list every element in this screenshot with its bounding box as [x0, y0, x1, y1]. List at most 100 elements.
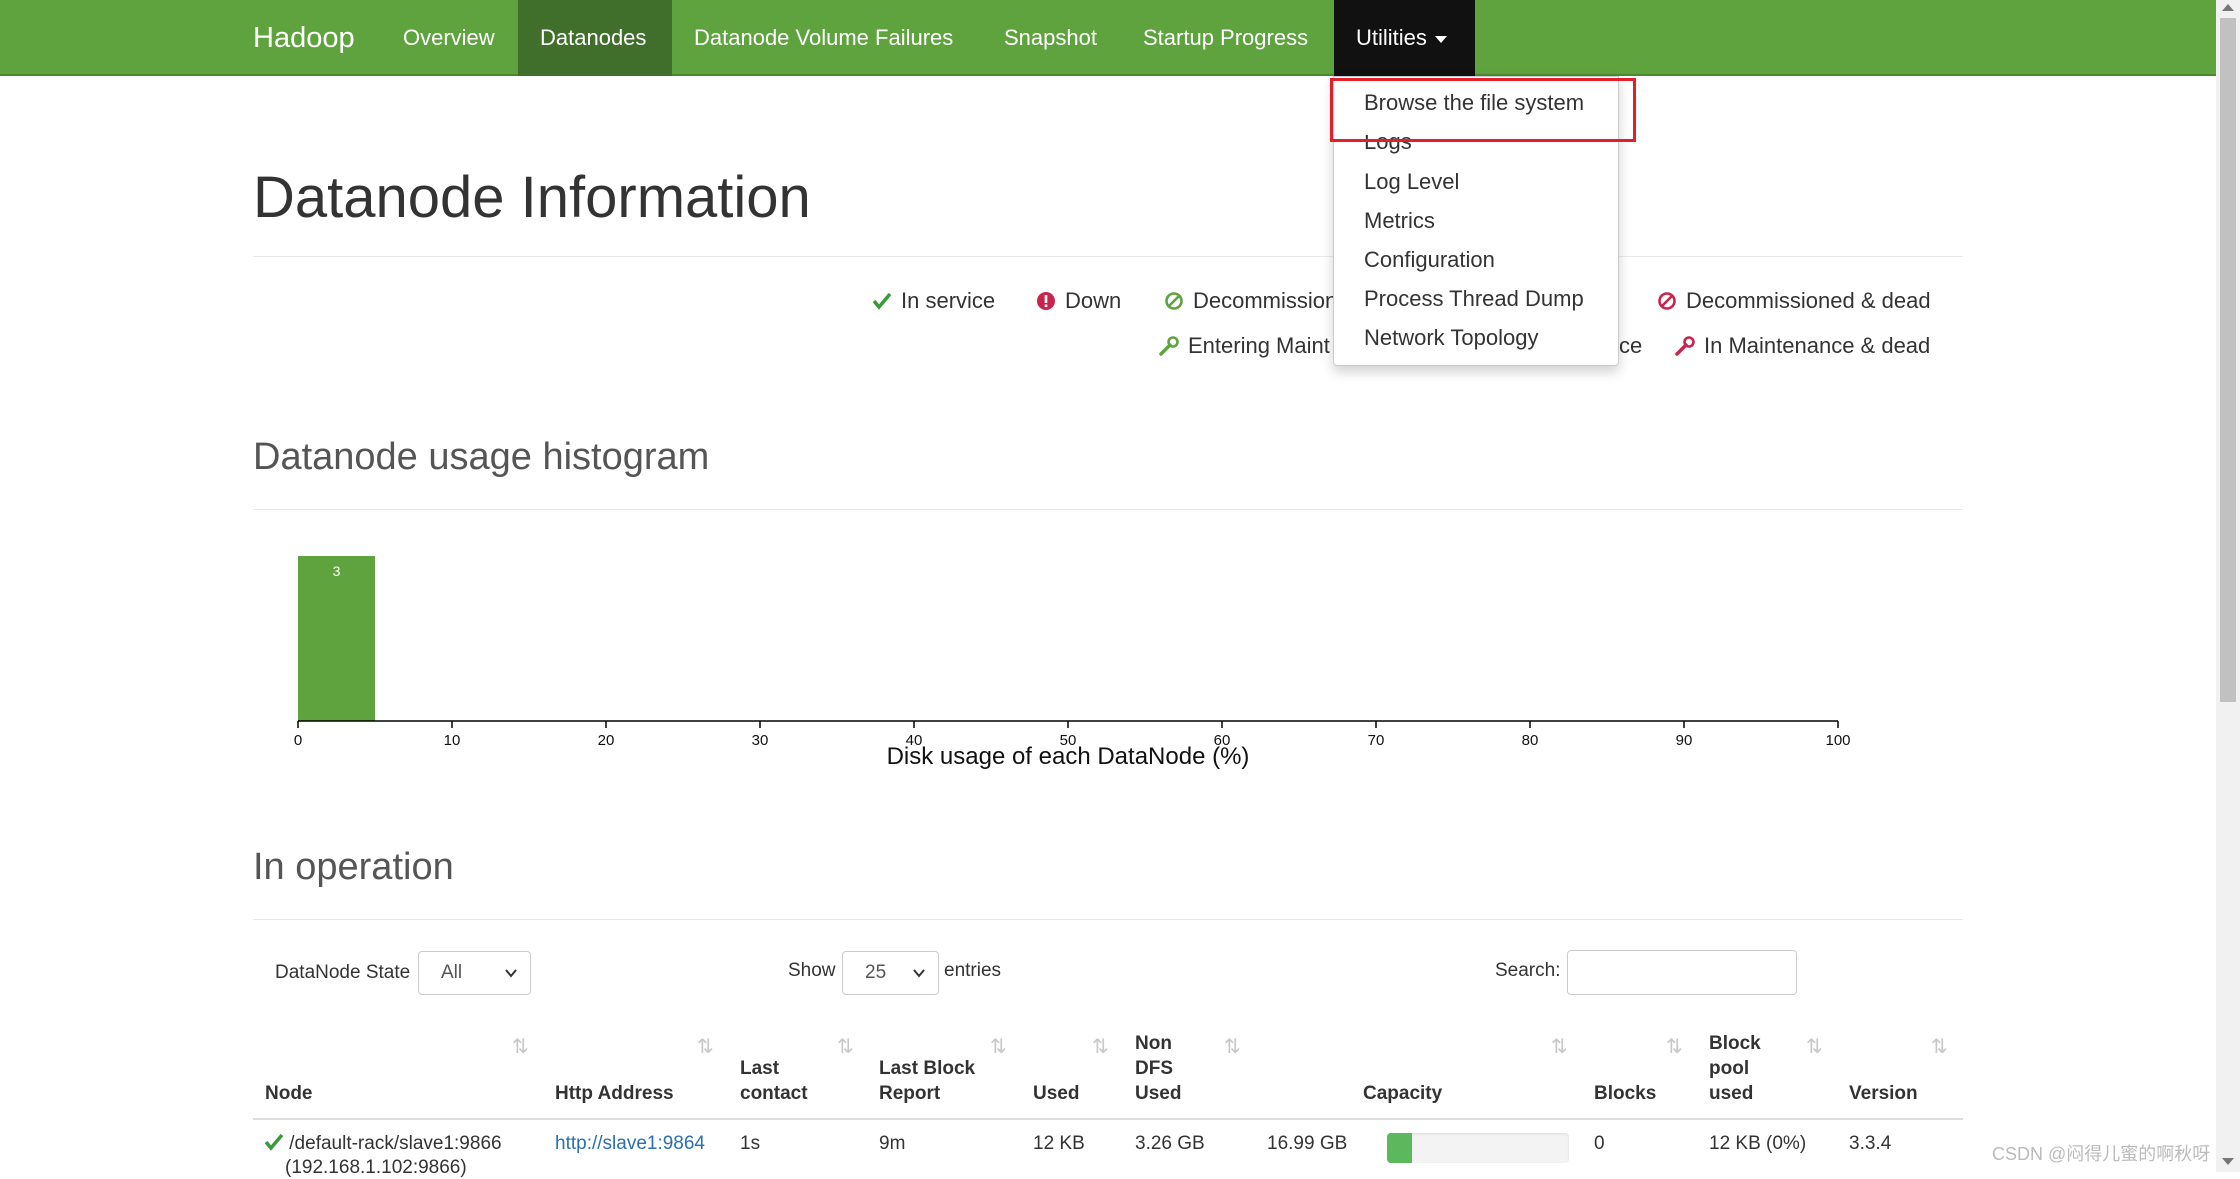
datanode-state-label: DataNode State: [275, 962, 411, 983]
entries-per-page-value: 25: [865, 962, 887, 983]
sort-icon[interactable]: ⇅: [1551, 1034, 1568, 1059]
cell-last-block-report: 9m: [879, 1133, 906, 1154]
legend-entering-maintenance: Entering Maint: [1159, 333, 1330, 359]
scroll-thumb[interactable]: [2220, 18, 2236, 702]
search-input[interactable]: [1567, 950, 1797, 995]
cell-capacity: 16.99 GB: [1267, 1133, 1348, 1154]
menu-item-browse-file-system[interactable]: Browse the file system: [1364, 90, 1584, 116]
node-address: (192.168.1.102:9866): [285, 1157, 467, 1178]
entries-per-page-select[interactable]: 25: [842, 951, 939, 995]
watermark-text: CSDN @闷得儿蜜的啊秋呀: [1992, 1144, 2211, 1164]
nav-datanode-volume-failures[interactable]: Datanode Volume Failures: [672, 0, 975, 76]
utilities-dropdown-menu: Browse the file system Logs Log Level Me…: [1333, 76, 1619, 366]
x-axis-tick-label: 20: [598, 732, 615, 749]
col-header-version[interactable]: Version: [1849, 1081, 1918, 1106]
histogram-title: Datanode usage histogram: [253, 436, 710, 478]
nav-snapshot[interactable]: Snapshot: [982, 0, 1119, 76]
scroll-down-arrow-icon[interactable]: [2222, 1158, 2234, 1165]
sort-icon[interactable]: ⇅: [837, 1034, 854, 1059]
col-header-capacity[interactable]: Capacity: [1363, 1081, 1442, 1106]
wrench-icon: [1675, 336, 1695, 356]
scroll-up-arrow-icon[interactable]: [2222, 4, 2234, 11]
col-header-block-pool-used[interactable]: Block pool used: [1709, 1031, 1774, 1106]
ban-icon: [1165, 292, 1183, 310]
datanode-state-select[interactable]: All: [418, 951, 531, 995]
cell-blocks: 0: [1594, 1133, 1605, 1154]
search-label: Search:: [1495, 960, 1561, 981]
page-scrollbar[interactable]: [2216, 0, 2240, 1172]
nav-datanodes[interactable]: Datanodes: [518, 0, 672, 76]
legend-label: Decommission: [1193, 288, 1338, 313]
check-icon: [264, 1133, 284, 1151]
http-address-link[interactable]: http://slave1:9864: [555, 1133, 705, 1155]
sort-icon[interactable]: ⇅: [697, 1034, 714, 1059]
histogram-bar-label: 3: [333, 563, 341, 579]
x-axis-tick-label: 0: [294, 732, 302, 749]
legend-label: Decommissioned & dead: [1686, 288, 1931, 313]
table-header-divider: [253, 1118, 1963, 1120]
sort-icon[interactable]: ⇅: [1931, 1034, 1948, 1059]
sort-icon[interactable]: ⇅: [1666, 1034, 1683, 1059]
legend-in-maintenance-partial: ce: [1619, 333, 1642, 359]
caret-down-icon: [1434, 35, 1447, 43]
wrench-icon: [1159, 336, 1179, 356]
col-header-last-contact[interactable]: Last contact: [740, 1056, 820, 1106]
capacity-progress-bar: [1387, 1133, 1569, 1163]
sort-icon[interactable]: ⇅: [1806, 1034, 1823, 1059]
x-axis-tick-label: 30: [752, 732, 769, 749]
col-header-used[interactable]: Used: [1033, 1081, 1079, 1106]
menu-item-log-level[interactable]: Log Level: [1364, 169, 1459, 195]
chevron-down-icon: [913, 969, 925, 978]
legend-label: Down: [1065, 288, 1122, 313]
sort-icon[interactable]: ⇅: [990, 1034, 1007, 1059]
cell-block-pool-used: 12 KB (0%): [1709, 1133, 1807, 1154]
nav-utilities[interactable]: Utilities: [1334, 0, 1475, 76]
cell-node: /default-rack/slave1:9866: [264, 1133, 502, 1155]
in-operation-title: In operation: [253, 846, 454, 888]
operation-divider: [253, 919, 1963, 920]
usage-histogram-chart: 3 0 10 20 30 40 50 60 70 80 90 100 Disk usage of e…: [294, 556, 1851, 770]
cell-non-dfs-used: 3.26 GB: [1135, 1133, 1205, 1154]
nav-overview[interactable]: Overview: [381, 0, 517, 76]
x-axis-tick-label: 100: [1825, 732, 1850, 749]
entries-label: entries: [944, 960, 1002, 981]
show-label: Show: [788, 960, 836, 981]
legend-in-service: In service: [872, 288, 995, 314]
nav-startup-progress[interactable]: Startup Progress: [1121, 0, 1330, 76]
menu-item-process-thread-dump[interactable]: Process Thread Dump: [1364, 286, 1584, 312]
cell-version: 3.3.4: [1849, 1133, 1892, 1154]
legend-decommissioned: Decommission: [1164, 288, 1337, 314]
sort-icon[interactable]: ⇅: [1224, 1034, 1241, 1059]
menu-item-configuration[interactable]: Configuration: [1364, 247, 1495, 273]
histogram-divider: [253, 509, 1963, 510]
legend-label: In service: [901, 288, 996, 313]
menu-item-metrics[interactable]: Metrics: [1364, 208, 1435, 234]
col-header-last-block-report[interactable]: Last Block Report: [879, 1056, 999, 1106]
cell-used: 12 KB: [1033, 1133, 1085, 1154]
chevron-down-icon: [505, 969, 517, 978]
col-header-node[interactable]: Node: [265, 1081, 313, 1106]
col-header-http-address[interactable]: Http Address: [555, 1081, 674, 1106]
legend-label: ce: [1619, 333, 1643, 358]
menu-item-logs[interactable]: Logs: [1364, 135, 1412, 155]
legend-decommissioned-dead: Decommissioned & dead: [1657, 288, 1931, 314]
legend-down: Down: [1036, 288, 1121, 314]
x-axis-tick-label: 90: [1676, 732, 1693, 749]
brand-logo[interactable]: Hadoop: [253, 0, 355, 76]
page-title: Datanode Information: [253, 165, 811, 230]
check-icon: [872, 292, 892, 310]
node-name: /default-rack/slave1:9866: [289, 1133, 502, 1154]
top-navbar: Hadoop Overview Datanodes Datanode Volum…: [0, 0, 2216, 76]
menu-item-network-topology[interactable]: Network Topology: [1364, 325, 1538, 351]
col-header-blocks[interactable]: Blocks: [1594, 1081, 1656, 1106]
x-axis-label: Disk usage of each DataNode (%): [887, 743, 1250, 770]
x-axis-tick-label: 10: [444, 732, 461, 749]
legend-label: Entering Maint: [1188, 333, 1330, 358]
x-axis-tick-label: 70: [1368, 732, 1385, 749]
sort-icon[interactable]: ⇅: [512, 1034, 529, 1059]
exclamation-circle-icon: [1037, 292, 1055, 310]
col-header-non-dfs-used[interactable]: Non DFS Used: [1135, 1031, 1195, 1106]
capacity-progress-fill: [1387, 1133, 1413, 1163]
legend-label: In Maintenance & dead: [1704, 333, 1931, 358]
sort-icon[interactable]: ⇅: [1092, 1034, 1109, 1059]
